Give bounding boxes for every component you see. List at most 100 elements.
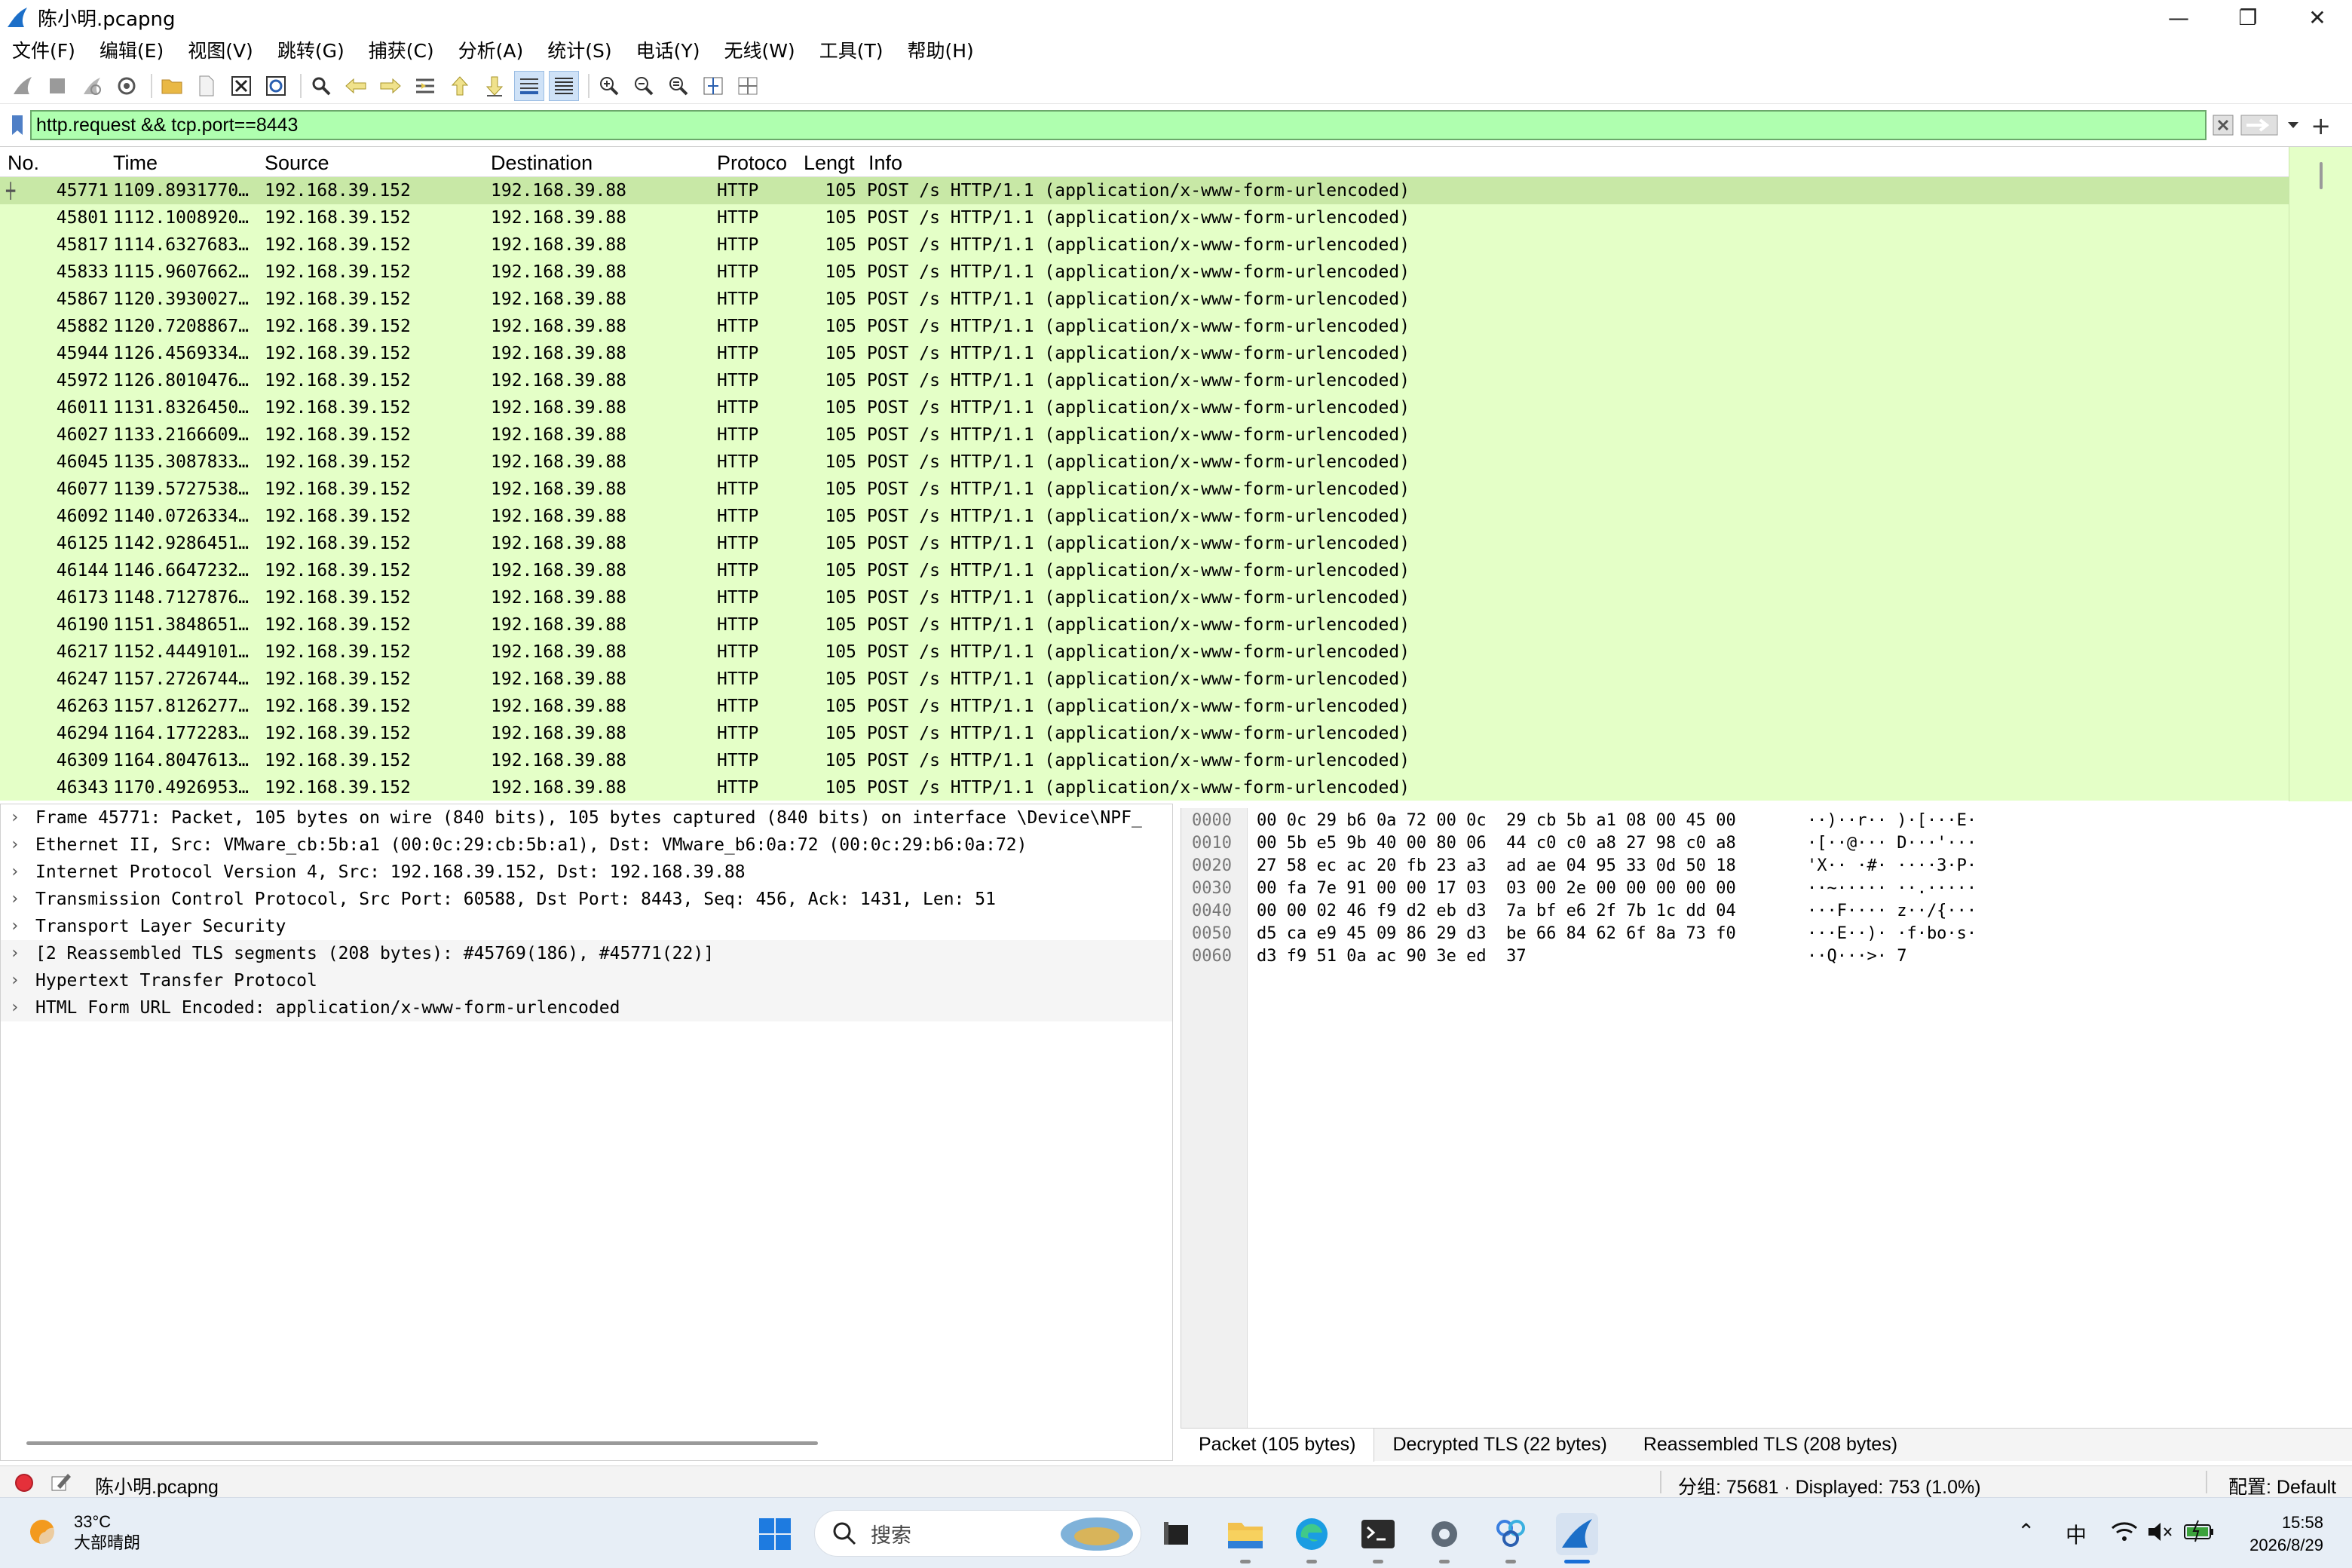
autoscroll-icon[interactable] [514, 70, 544, 101]
chevron-right-icon[interactable]: › [10, 967, 20, 994]
column-header-destination[interactable]: Destination [491, 152, 593, 175]
packet-row[interactable]: 45833 1115.9607662… 192.168.39.152 192.168.… [0, 259, 2289, 286]
chevron-right-icon[interactable]: › [10, 913, 20, 940]
detail-row-reassembled-tls[interactable]: › [2 Reassembled TLS segments (208 bytes)… [1, 940, 1172, 967]
packet-row[interactable]: 45867 1120.3930027… 192.168.39.152 192.168.… [0, 286, 2289, 313]
chevron-right-icon[interactable]: › [10, 886, 20, 913]
tab-reassembled-tls[interactable]: Reassembled TLS (208 bytes) [1625, 1429, 1916, 1462]
chevron-right-icon[interactable]: › [10, 994, 20, 1021]
menu-tools[interactable]: 工具(T) [819, 36, 884, 63]
chevron-right-icon[interactable]: › [10, 804, 20, 831]
packet-row[interactable]: 45817 1114.6327683… 192.168.39.152 192.168.… [0, 231, 2289, 259]
packet-row[interactable]: 46027 1133.2166609… 192.168.39.152 192.168.… [0, 421, 2289, 449]
terminal-icon[interactable] [1357, 1513, 1399, 1555]
packet-row[interactable]: 46077 1139.5727538… 192.168.39.152 192.168.… [0, 476, 2289, 503]
task-view-icon[interactable] [1156, 1513, 1199, 1555]
packet-row[interactable]: 46294 1164.1772283… 192.168.39.152 192.168.… [0, 720, 2289, 747]
details-horizontal-scrollbar[interactable] [26, 1441, 818, 1445]
detail-row-ethernet[interactable]: › Ethernet II, Src: VMware_cb:5b:a1 (00:0… [1, 831, 1172, 859]
packet-row[interactable]: 46045 1135.3087833… 192.168.39.152 192.168.… [0, 449, 2289, 476]
detail-row-ipv4[interactable]: › Internet Protocol Version 4, Src: 192.1… [1, 859, 1172, 886]
zoom-in-icon[interactable] [594, 71, 624, 101]
start-windows-icon[interactable] [754, 1513, 796, 1555]
volume-muted-icon[interactable] [2147, 1521, 2174, 1543]
menu-view[interactable]: 视图(V) [188, 36, 253, 63]
chevron-right-icon[interactable]: › [10, 831, 20, 859]
forward-arrow-icon[interactable] [375, 71, 406, 101]
column-header-time[interactable]: Time [113, 152, 158, 175]
first-packet-icon[interactable] [445, 71, 475, 101]
close-file-icon[interactable] [226, 71, 256, 101]
last-packet-icon[interactable] [479, 71, 510, 101]
input-method-indicator[interactable]: 中 [2066, 1519, 2087, 1549]
file-explorer-icon[interactable] [1224, 1513, 1266, 1555]
taskbar-search-box[interactable]: 搜索 [814, 1510, 1141, 1557]
packet-row[interactable]: 45882 1120.7208867… 192.168.39.152 192.168.… [0, 313, 2289, 340]
packet-row[interactable]: 46190 1151.3848651… 192.168.39.152 192.168.… [0, 611, 2289, 639]
packet-row[interactable]: 46263 1157.8126277… 192.168.39.152 192.168.… [0, 693, 2289, 720]
detail-row-tcp[interactable]: › Transmission Control Protocol, Src Port… [1, 886, 1172, 913]
packet-list-scrollbar[interactable] [2289, 147, 2352, 801]
chevron-right-icon[interactable]: › [10, 940, 20, 967]
packet-row[interactable]: 46125 1142.9286451… 192.168.39.152 192.168.… [0, 530, 2289, 557]
edge-browser-icon[interactable] [1291, 1513, 1333, 1555]
tab-packet-bytes[interactable]: Packet (105 bytes) [1181, 1428, 1375, 1462]
packet-row[interactable]: 46011 1131.8326450… 192.168.39.152 192.168.… [0, 394, 2289, 421]
layout-icon[interactable] [733, 71, 763, 101]
find-magnifier-icon[interactable] [306, 71, 336, 101]
minimize-button[interactable]: — [2144, 0, 2213, 35]
shark-fin-start-icon[interactable] [8, 71, 38, 101]
packet-list[interactable]: No. Time Source Destination Protoco Leng… [0, 146, 2352, 801]
apply-filter-arrow-icon[interactable] [2239, 113, 2280, 137]
menu-wireless[interactable]: 无线(W) [724, 36, 795, 63]
menu-analyze[interactable]: 分析(A) [458, 36, 524, 63]
menu-statistics[interactable]: 统计(S) [547, 36, 611, 63]
back-arrow-icon[interactable] [341, 71, 371, 101]
packet-row[interactable]: 45801 1112.1008920… 192.168.39.152 192.168.… [0, 204, 2289, 231]
add-filter-button[interactable]: + [2311, 112, 2331, 140]
menu-file[interactable]: 文件(F) [12, 36, 75, 63]
tab-decrypted-tls[interactable]: Decrypted TLS (22 bytes) [1374, 1429, 1625, 1462]
colorize-icon[interactable] [549, 70, 579, 101]
system-clock[interactable]: 15:58 2026/8/29 [2249, 1511, 2323, 1557]
filter-bookmark-icon[interactable] [6, 112, 29, 139]
go-to-packet-icon[interactable] [410, 71, 440, 101]
resize-columns-icon[interactable] [698, 71, 728, 101]
stop-square-icon[interactable] [42, 71, 72, 101]
column-header-info[interactable]: Info [868, 152, 902, 175]
wifi-icon[interactable] [2111, 1521, 2138, 1543]
restart-icon[interactable] [77, 71, 107, 101]
packet-row[interactable]: 45972 1126.8010476… 192.168.39.152 192.168.… [0, 367, 2289, 394]
column-header-source[interactable]: Source [265, 152, 329, 175]
chevron-right-icon[interactable]: › [10, 859, 20, 886]
reload-icon[interactable] [261, 71, 291, 101]
zoom-out-icon[interactable] [629, 71, 659, 101]
network-app-icon[interactable] [1490, 1513, 1532, 1555]
close-button[interactable]: ✕ [2283, 0, 2352, 35]
filter-history-chevron-down-icon[interactable] [2284, 113, 2302, 137]
packet-row[interactable]: 46217 1152.4449101… 192.168.39.152 192.168.… [0, 639, 2289, 666]
detail-row-frame[interactable]: › Frame 45771: Packet, 105 bytes on wire … [1, 804, 1172, 831]
weather-widget[interactable]: 33°C 大部晴朗 [26, 1511, 140, 1554]
settings-gear-icon[interactable] [1423, 1513, 1465, 1555]
status-profile[interactable]: 配置: Default [2228, 1472, 2336, 1499]
folder-open-icon[interactable] [157, 71, 187, 101]
expert-info-icon[interactable] [15, 1474, 33, 1492]
zoom-normal-icon[interactable] [663, 71, 694, 101]
packet-details-pane[interactable]: › Frame 45771: Packet, 105 bytes on wire … [0, 804, 1173, 1461]
packet-row[interactable]: 46092 1140.0726334… 192.168.39.152 192.168.… [0, 503, 2289, 530]
menu-help[interactable]: 帮助(H) [907, 36, 973, 63]
capture-comment-edit-icon[interactable] [50, 1471, 72, 1493]
wireshark-taskbar-icon[interactable] [1556, 1513, 1598, 1555]
packet-row[interactable]: ┿ 45771 1109.8931770… 192.168.39.152 192.168… [0, 177, 2289, 204]
detail-row-http[interactable]: › Hypertext Transfer Protocol [1, 967, 1172, 994]
packet-row[interactable]: 46247 1157.2726744… 192.168.39.152 192.168.… [0, 666, 2289, 693]
show-hidden-icons-chevron-up-icon[interactable]: ⌃ [2017, 1519, 2035, 1544]
menu-go[interactable]: 跳转(G) [277, 36, 345, 63]
column-header-no[interactable]: No. [8, 152, 39, 175]
menu-edit[interactable]: 编辑(E) [100, 36, 164, 63]
column-header-protocol[interactable]: Protoco [717, 152, 787, 175]
display-filter-input[interactable] [30, 110, 2207, 140]
column-header-length[interactable]: Lengt [804, 152, 855, 175]
clear-filter-icon[interactable] [2212, 113, 2234, 137]
